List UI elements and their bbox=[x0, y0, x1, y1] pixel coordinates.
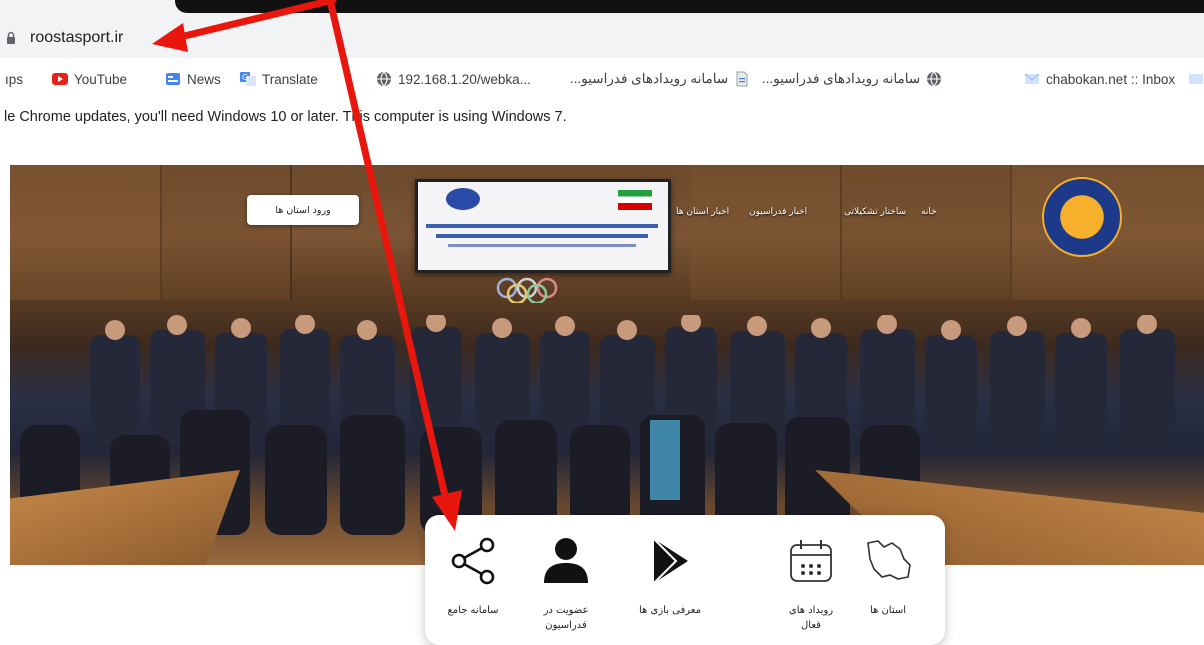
wall-panel bbox=[690, 165, 842, 300]
bookmark-label: YouTube bbox=[74, 71, 128, 87]
nav-home[interactable]: خانه bbox=[921, 207, 937, 217]
bookmarks-bar: ıps YouTube News G Translate 192.168.1.2… bbox=[0, 58, 1204, 101]
quick-link-label: معرفی بازی ها bbox=[639, 605, 701, 616]
address-bar[interactable]: roostasport.ir bbox=[0, 20, 1204, 58]
quick-link-games[interactable]: معرفی بازی ها bbox=[622, 533, 718, 618]
file-icon bbox=[736, 71, 748, 87]
bookmark-federation-2[interactable]: سامانه رویدادهای فدراسیو... bbox=[762, 70, 942, 88]
bookmark-label: ıps bbox=[5, 71, 24, 87]
mail-icon bbox=[1024, 73, 1040, 84]
bookmark-translate[interactable]: G Translate bbox=[240, 70, 318, 88]
globe-icon bbox=[927, 71, 942, 87]
nav-federation-news[interactable]: اخبار فدراسیون bbox=[749, 207, 807, 217]
news-icon bbox=[166, 73, 180, 85]
bookmark-label: Translate bbox=[262, 71, 318, 87]
nav-structure[interactable]: ساختار تشکیلاتی bbox=[844, 207, 906, 217]
calendar-icon bbox=[790, 540, 832, 582]
quick-link-membership[interactable]: عضویت در فدراسیون bbox=[518, 533, 614, 633]
mail-icon bbox=[1189, 74, 1203, 84]
play-store-icon bbox=[653, 538, 688, 584]
iran-map-icon bbox=[867, 540, 911, 580]
province-login-button[interactable]: ورود استان ها bbox=[247, 195, 359, 225]
quick-links-card: استان ها رویداد های فعال معرفی بازی ها ع… bbox=[425, 515, 945, 645]
bookmark-label: 192.168.1.20/webka... bbox=[398, 71, 531, 87]
globe-icon bbox=[377, 71, 391, 87]
bookmark-label: سامانه رویدادهای فدراسیو... bbox=[762, 71, 921, 86]
quick-link-active-events[interactable]: رویداد های فعال bbox=[763, 533, 859, 633]
infobar-message: le Chrome updates, you'll need Windows 1… bbox=[4, 109, 567, 125]
svg-text:G: G bbox=[242, 73, 248, 82]
youtube-icon bbox=[52, 73, 68, 85]
share-icon bbox=[451, 537, 495, 585]
olympic-rings-icon bbox=[496, 277, 558, 303]
url-text[interactable]: roostasport.ir bbox=[30, 29, 123, 47]
bookmark-chabokan[interactable]: chabokan.net :: Inbox bbox=[1024, 70, 1175, 88]
bookmark-webka[interactable]: 192.168.1.20/webka... bbox=[376, 70, 531, 88]
federation-logo[interactable] bbox=[1042, 177, 1122, 257]
quick-link-label: سامانه جامع bbox=[447, 605, 499, 616]
bookmark-label: News bbox=[187, 71, 221, 87]
bookmark-apps[interactable]: ıps bbox=[5, 70, 23, 88]
wall-panel bbox=[10, 165, 162, 300]
projection-screen bbox=[415, 179, 671, 273]
chrome-update-infobar: le Chrome updates, you'll need Windows 1… bbox=[0, 100, 1204, 140]
nav-province-news[interactable]: اخبار استان ها bbox=[676, 207, 729, 217]
window-title-bar bbox=[175, 0, 1204, 13]
translate-icon: G bbox=[240, 72, 256, 86]
quick-link-label: عضویت در فدراسیون bbox=[543, 605, 589, 631]
bookmark-label: سامانه رویدادهای فدراسیو... bbox=[570, 71, 729, 86]
lock-icon bbox=[7, 31, 15, 44]
wall-panel bbox=[840, 165, 1012, 300]
bookmark-news[interactable]: News bbox=[165, 70, 221, 88]
quick-link-label: رویداد های فعال bbox=[788, 605, 834, 631]
bookmark-label: chabokan.net :: Inbox bbox=[1046, 71, 1176, 87]
bookmark-youtube[interactable]: YouTube bbox=[52, 70, 127, 88]
bookmark-federation-1[interactable]: سامانه رویدادهای فدراسیو... bbox=[570, 70, 750, 88]
quick-link-portal[interactable]: سامانه جامع bbox=[425, 533, 521, 618]
hero-banner-photo: خانه ساختار تشکیلاتی اخبار فدراسیون اخبا… bbox=[10, 165, 1204, 565]
user-icon bbox=[544, 538, 588, 583]
wall-panel bbox=[160, 165, 292, 300]
